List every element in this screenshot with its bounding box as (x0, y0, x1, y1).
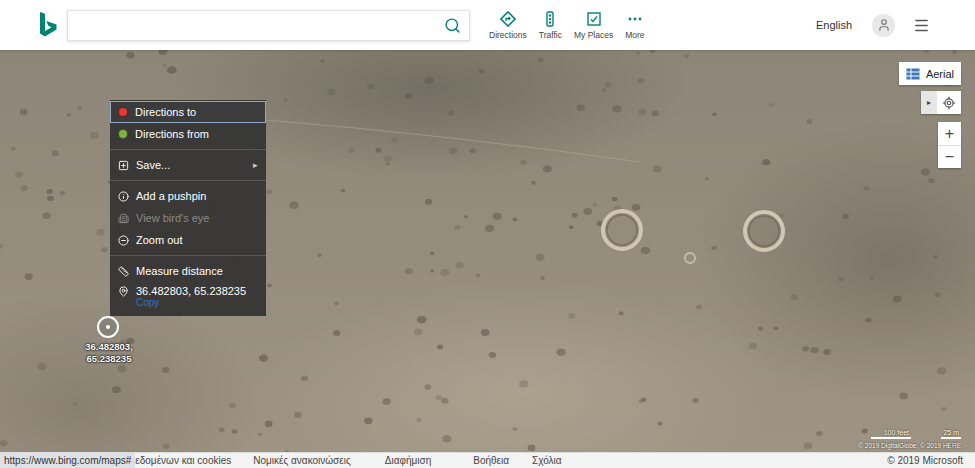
menu-item[interactable]: Directions to (110, 101, 266, 123)
submenu-arrow: ▸ (253, 160, 258, 170)
zoom-button[interactable]: + (938, 122, 961, 145)
zoom-out-icon (118, 235, 129, 246)
menu-item[interactable]: Zoom out (110, 229, 266, 251)
header-right: English (814, 14, 930, 37)
nav-item[interactable]: Directions (486, 9, 530, 42)
my-places-icon (586, 11, 602, 27)
nav-item[interactable]: Traffic (536, 9, 565, 42)
search-box[interactable] (67, 10, 470, 41)
footer-link[interactable]: Νομικές ανακοινώσεις (253, 455, 351, 466)
bing-logo-icon[interactable] (38, 11, 58, 39)
small-ring (685, 253, 695, 263)
menu-separator (110, 149, 266, 150)
ring-structure (603, 211, 641, 249)
aerial-map[interactable]: Directions toDirections from Save...▸ Add … (0, 50, 975, 452)
search-input[interactable] (76, 16, 444, 34)
account-button[interactable] (872, 14, 895, 37)
menu-item[interactable]: Directions from (110, 123, 266, 145)
copy-link[interactable]: Copy (136, 297, 258, 308)
attribution: © 2019 DigitalGlobe, © 2019 HERE (858, 442, 961, 449)
footer-link[interactable]: Βοήθεια (473, 455, 509, 466)
menu-item: View bird's eye (110, 207, 266, 229)
user-icon (877, 18, 891, 32)
menu-separator (110, 180, 266, 181)
zoom-controls: +− (938, 122, 961, 168)
copyright: © 2019 Microsoft (887, 455, 963, 466)
pin-label: 36.482803,65.238235 (80, 341, 138, 365)
scale-segment: 25 m (941, 429, 961, 439)
map-controls: Aerial ▸+− (899, 62, 961, 168)
menu-separator (110, 255, 266, 256)
bing-maps-page: DirectionsTrafficMy PlacesMoreEnglishDir… (0, 0, 975, 468)
language-button[interactable]: English (814, 17, 854, 33)
aerial-icon (906, 68, 920, 80)
ruler-icon (118, 266, 129, 277)
locate-button[interactable] (937, 91, 961, 114)
birdseye-icon (118, 213, 129, 224)
footer-link[interactable]: Σχόλια (532, 455, 562, 466)
menu-button[interactable] (913, 17, 930, 34)
menu-item[interactable]: Add a pushpin (110, 185, 266, 207)
traffic-light-icon (542, 11, 558, 27)
panel-toggle[interactable]: ▸ (921, 91, 937, 114)
info-icon (118, 191, 129, 202)
location-pin[interactable] (97, 316, 119, 338)
top-bar: DirectionsTrafficMy PlacesMore English (0, 0, 975, 50)
scale-bar: 100 feet 25 m © 2019 DigitalGlobe, © 2019 … (858, 429, 961, 449)
location-pin-icon (118, 286, 129, 297)
nav-item[interactable]: My Places (571, 9, 616, 42)
route-dot-icon (118, 129, 128, 139)
footer-link[interactable]: εδομένων και cookies (135, 455, 231, 466)
footer: https://www.bing.com/maps#εδομένων και c… (0, 452, 975, 468)
zoom-button[interactable]: − (938, 145, 961, 168)
directions-icon (500, 11, 516, 27)
nav-bar: DirectionsTrafficMy PlacesMore (486, 9, 648, 42)
nav-item[interactable]: More (622, 9, 647, 42)
menu-coordinates: 36.482803, 65.238235Copy (110, 282, 266, 308)
ring-structure (745, 212, 783, 250)
menu-item[interactable]: Save...▸ (110, 154, 266, 176)
route-dot-icon (118, 107, 128, 117)
context-menu: Directions toDirections from Save...▸ Add … (110, 100, 266, 316)
search-icon[interactable] (444, 17, 461, 34)
hamburger-icon (913, 17, 930, 34)
locate-panel: ▸ (921, 91, 961, 114)
map-style-button[interactable]: Aerial (899, 62, 961, 85)
more-icon (627, 11, 643, 27)
status-url: https://www.bing.com/maps# (0, 453, 135, 468)
save-icon (118, 160, 129, 171)
menu-item[interactable]: Measure distance (110, 260, 266, 282)
shrub-dots (0, 50, 957, 452)
scale-segment: 100 feet (871, 429, 911, 439)
footer-link[interactable]: Διαφήμιση (385, 455, 431, 466)
locate-icon (942, 96, 956, 110)
